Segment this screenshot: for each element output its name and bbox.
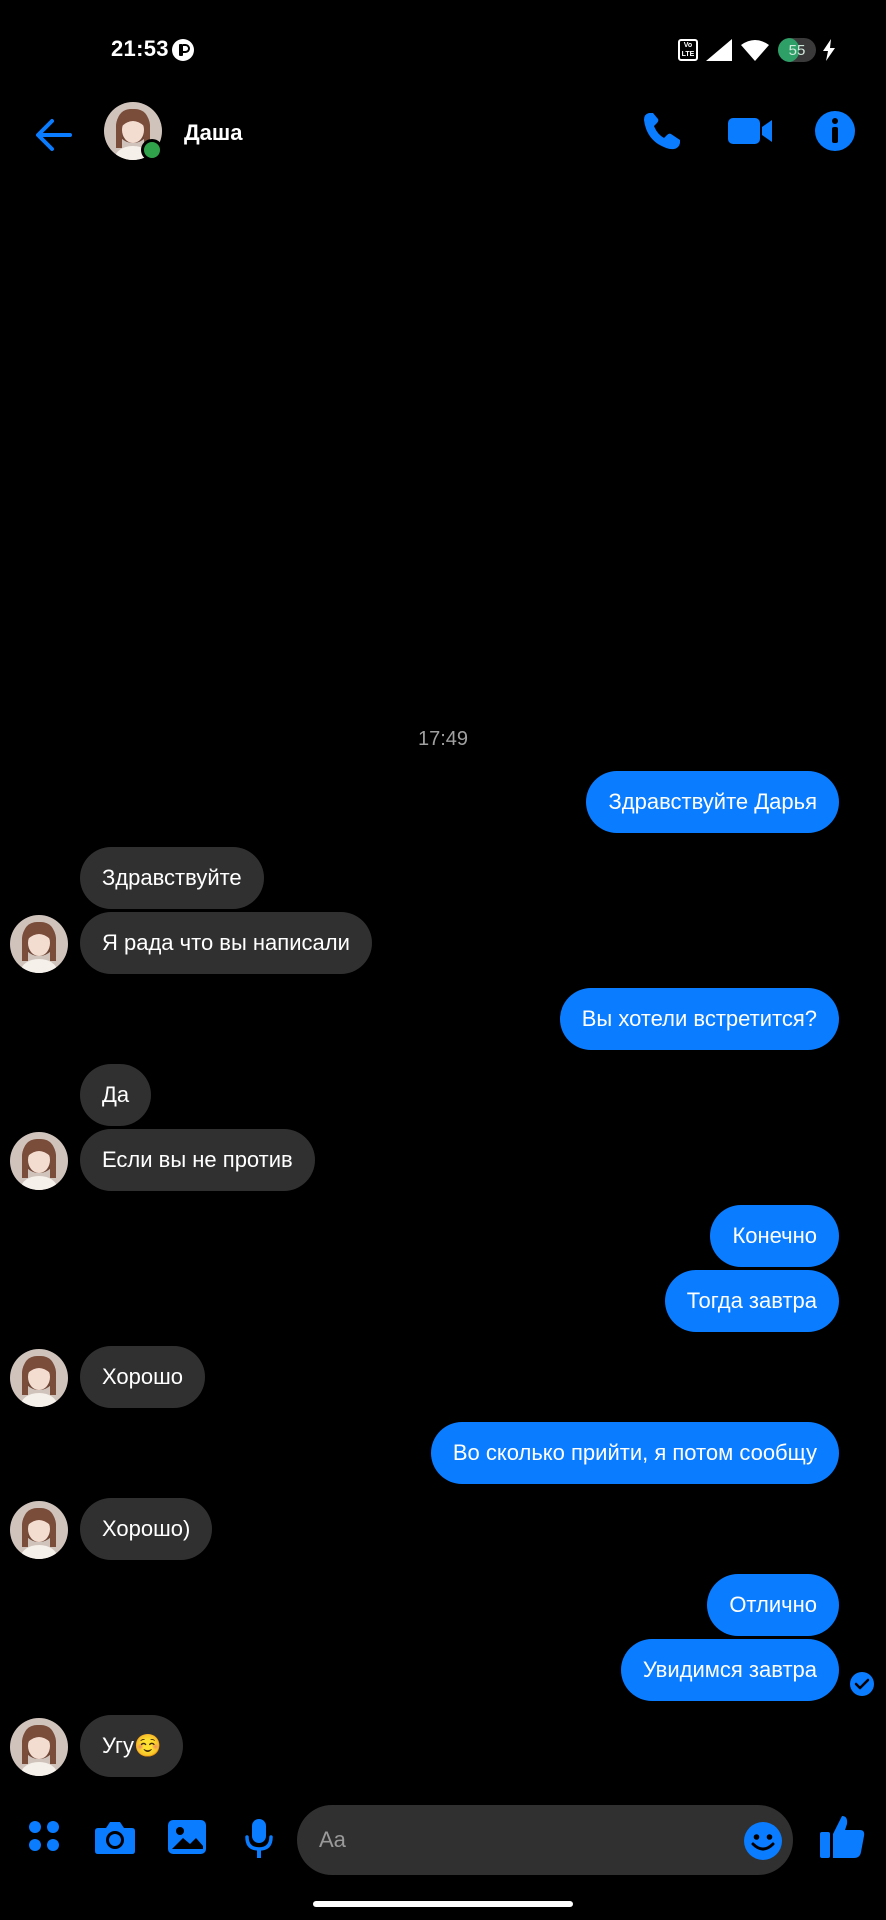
- incoming-message[interactable]: Да: [80, 1064, 152, 1126]
- outgoing-message[interactable]: Отлично: [707, 1574, 839, 1636]
- status-bar: 21:53 Vo LTE 55: [0, 0, 886, 100]
- outgoing-message[interactable]: Конечно: [710, 1205, 839, 1267]
- incoming-message[interactable]: Хорошо): [80, 1498, 213, 1560]
- contact-avatar-small[interactable]: [10, 1718, 68, 1776]
- read-receipt-check-icon: [850, 1672, 874, 1696]
- phone-call-icon[interactable]: [641, 110, 683, 152]
- contact-avatar-small[interactable]: [10, 1349, 68, 1407]
- video-call-icon[interactable]: [726, 110, 774, 152]
- back-arrow-icon[interactable]: [32, 113, 76, 157]
- chat-header: Даша: [0, 100, 886, 220]
- gallery-image-icon[interactable]: [167, 1818, 207, 1856]
- wifi-icon: [741, 40, 769, 61]
- info-icon[interactable]: [814, 110, 856, 152]
- contact-name[interactable]: Даша: [184, 120, 242, 146]
- microphone-icon[interactable]: [244, 1818, 274, 1860]
- contact-avatar[interactable]: [104, 102, 163, 161]
- contact-avatar-small[interactable]: [10, 1501, 68, 1559]
- incoming-message[interactable]: Здравствуйте: [80, 847, 264, 909]
- contact-avatar-small[interactable]: [10, 915, 68, 973]
- outgoing-message[interactable]: Вы хотели встретится?: [559, 988, 839, 1050]
- online-status-dot: [141, 139, 163, 161]
- emoji-icon[interactable]: [743, 1821, 783, 1861]
- signal-icon: [706, 39, 732, 61]
- message-input[interactable]: Aa: [297, 1805, 793, 1875]
- status-time: 21:53: [111, 36, 169, 61]
- incoming-message[interactable]: Хорошо: [80, 1346, 206, 1408]
- incoming-message[interactable]: Если вы не против: [80, 1129, 315, 1191]
- volte-icon: Vo LTE: [678, 39, 698, 61]
- contact-avatar-small[interactable]: [10, 1132, 68, 1190]
- outgoing-message[interactable]: Здравствуйте Дарья: [586, 771, 839, 833]
- battery-level: 55: [788, 42, 806, 59]
- camera-icon[interactable]: [94, 1818, 136, 1856]
- incoming-message[interactable]: Угу☺️: [80, 1715, 184, 1777]
- outgoing-message[interactable]: Увидимся завтра: [620, 1639, 839, 1701]
- message-composer: Aa: [0, 1800, 886, 1880]
- outgoing-message[interactable]: Во сколько прийти, я потом сообщу: [430, 1422, 839, 1484]
- battery-icon: 55: [778, 38, 816, 62]
- incoming-message[interactable]: Я рада что вы написали: [80, 912, 372, 974]
- message-input-placeholder: Aa: [319, 1827, 346, 1852]
- charging-bolt-icon: [823, 39, 835, 61]
- thumbs-up-icon[interactable]: [818, 1812, 866, 1860]
- app-notification-icon: [172, 39, 194, 61]
- home-indicator[interactable]: [313, 1901, 573, 1907]
- conversation-timestamp: 17:49: [417, 728, 469, 750]
- outgoing-message[interactable]: Тогда завтра: [664, 1270, 839, 1332]
- apps-grid-icon[interactable]: [26, 1818, 62, 1854]
